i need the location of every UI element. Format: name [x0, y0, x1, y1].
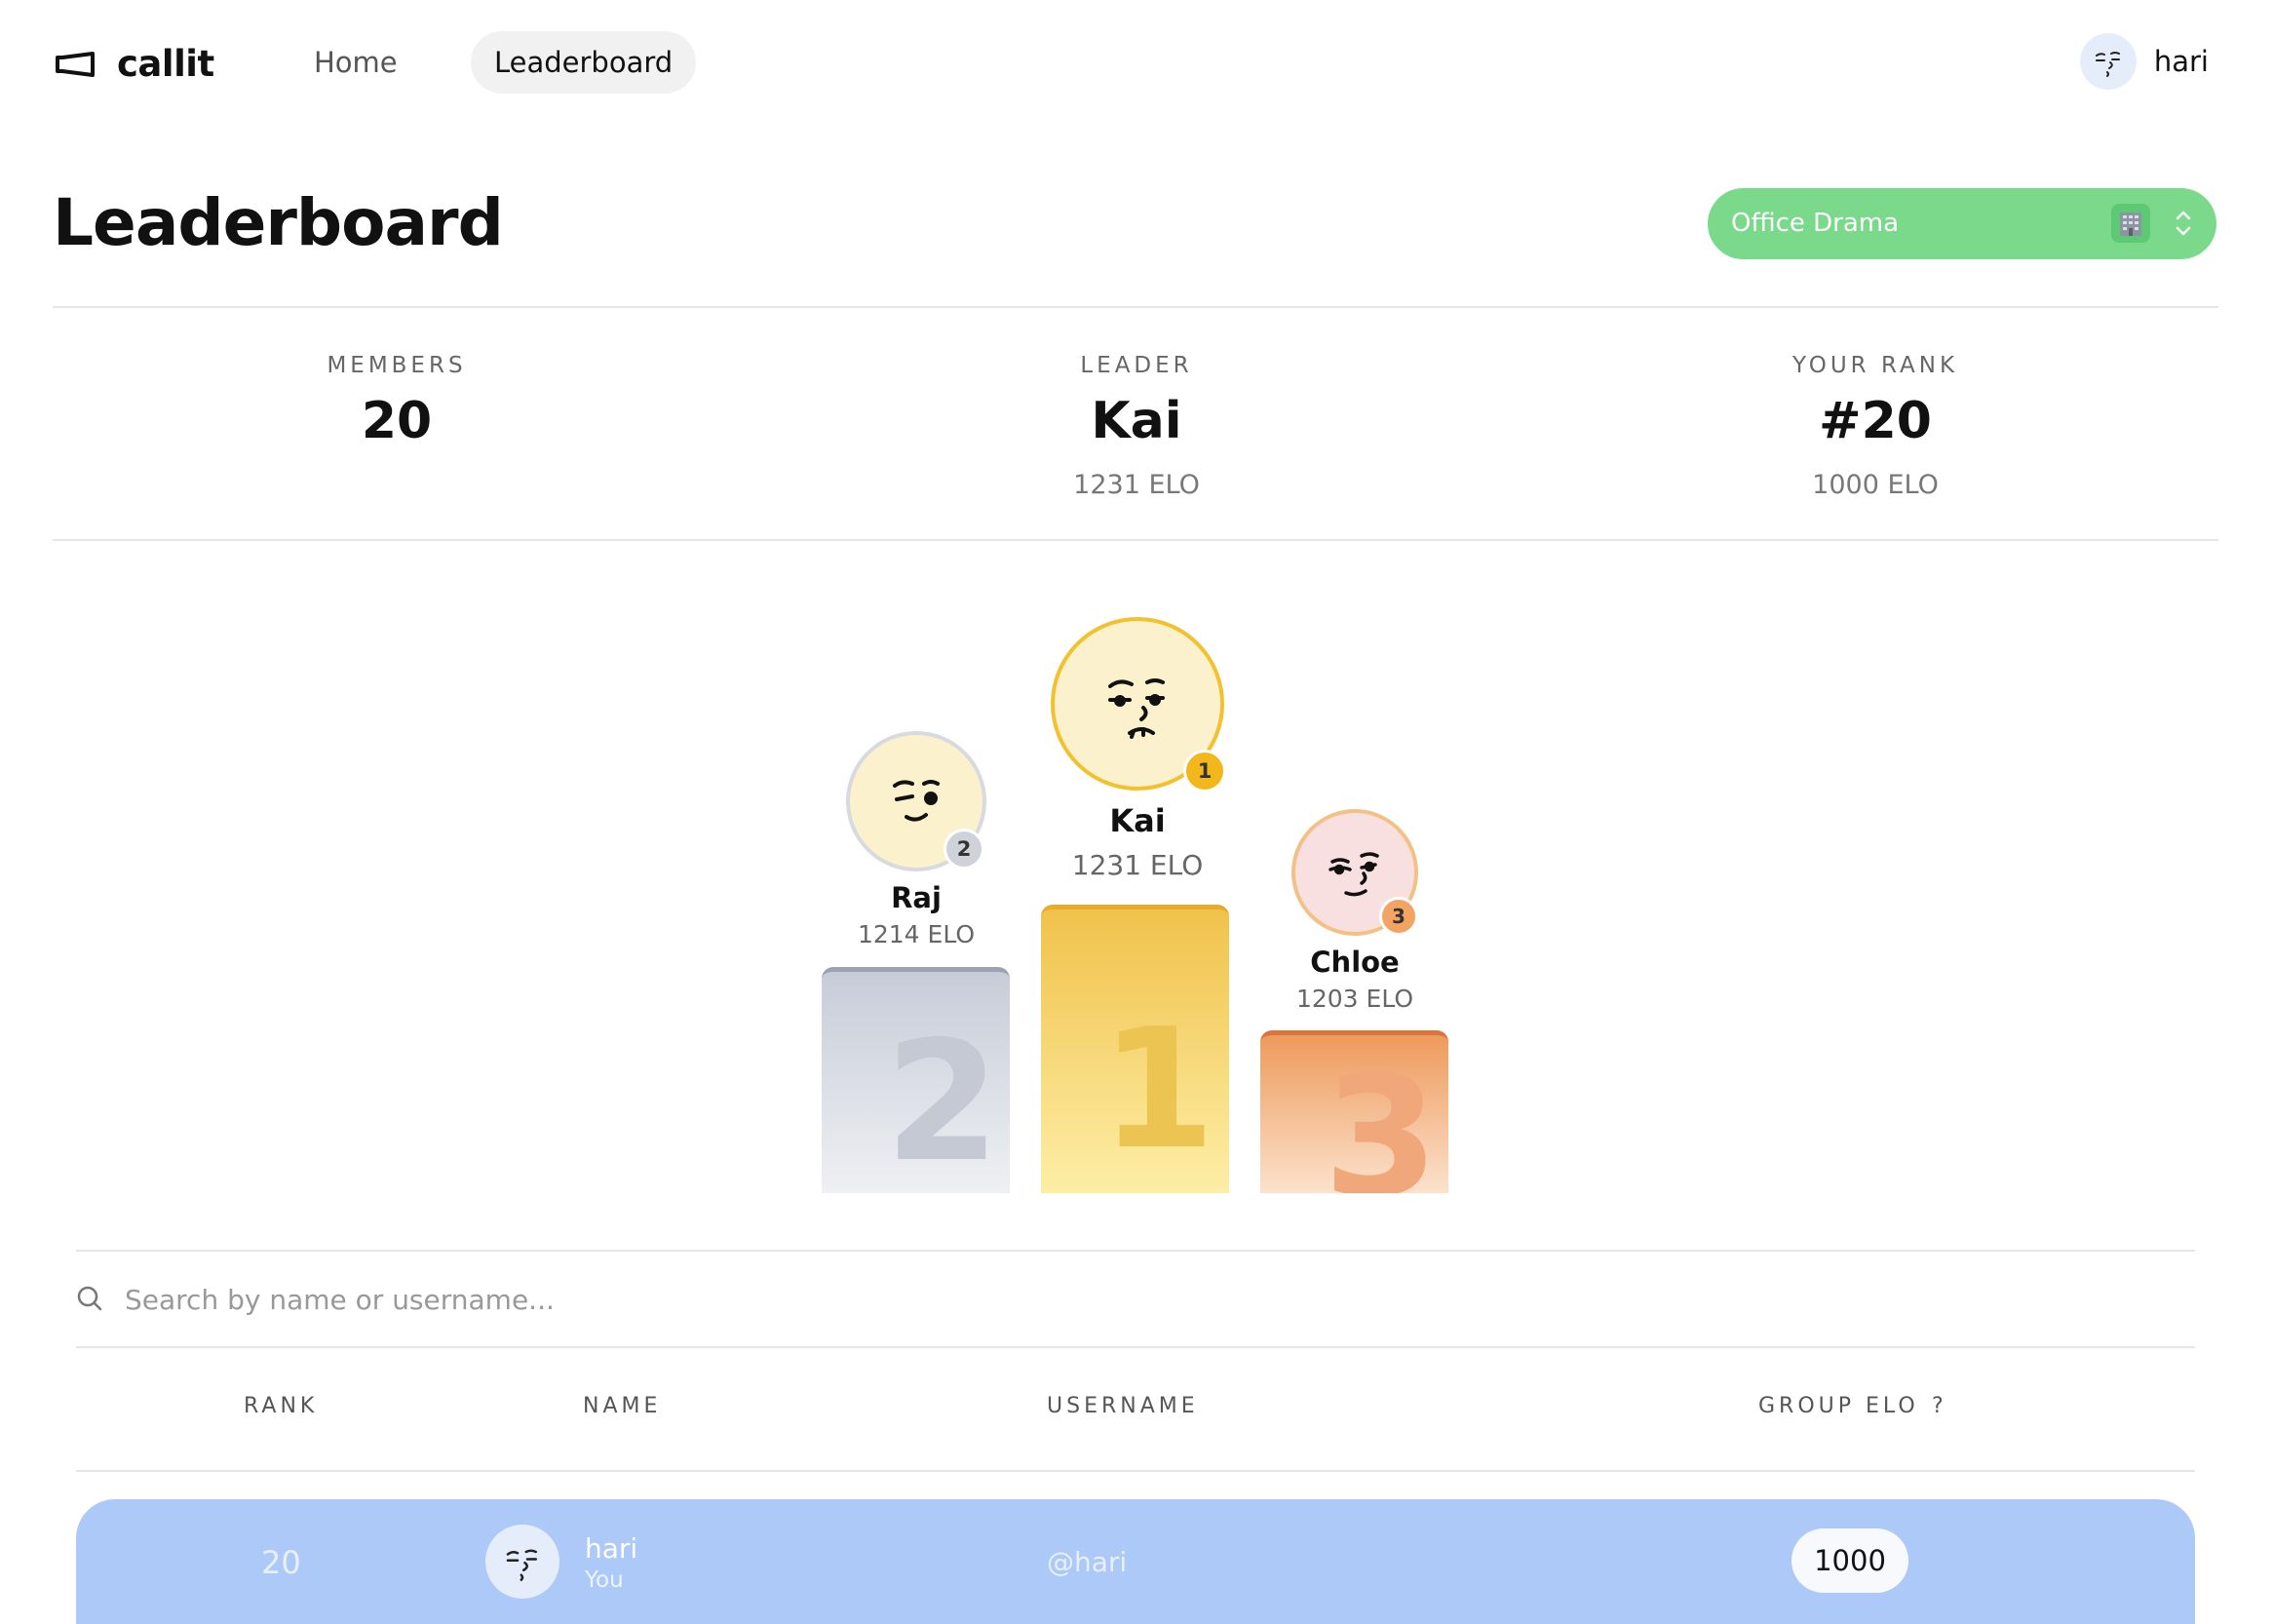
leaderboard-page: callit Home Leaderboard hari Leaderboard… — [0, 0, 2273, 1624]
podium-second[interactable]: 2 Raj 1214 ELO — [819, 731, 1014, 948]
stat-rank-value: #20 — [1819, 392, 1932, 450]
avatar — [485, 1525, 559, 1599]
podium-first[interactable]: 1 Kai 1231 ELO — [1035, 617, 1240, 881]
podium-block-number: 3 — [1323, 1041, 1439, 1193]
face-icon — [2095, 52, 2120, 77]
nav-home-link[interactable]: Home — [290, 31, 421, 94]
avatar: 3 — [1291, 809, 1418, 936]
divider — [53, 539, 2218, 541]
row-you-label: You — [585, 1567, 624, 1593]
podium-elo: 1203 ELO — [1295, 985, 1414, 1013]
stat-rank-label: YOUR RANK — [1791, 353, 1959, 378]
stat-rank-elo: 1000 ELO — [1812, 470, 1939, 500]
stat-leader: LEADER Kai 1231 ELO — [844, 353, 1429, 500]
podium-name: Chloe — [1310, 946, 1400, 979]
table-row[interactable]: 20 hari You @hari 1000 — [76, 1499, 2195, 1624]
row-rank: 20 — [261, 1544, 301, 1581]
rank-badge: 2 — [944, 829, 984, 870]
megaphone-icon — [56, 51, 95, 77]
brand-name: callit — [117, 43, 214, 85]
podium-elo: 1231 ELO — [1071, 849, 1204, 881]
search-icon — [77, 1286, 102, 1311]
podium-block-third: 3 — [1260, 1030, 1448, 1193]
avatar: 1 — [1051, 617, 1226, 793]
user-menu[interactable]: hari — [2079, 33, 2209, 90]
divider — [53, 306, 2218, 308]
podium-name: Raj — [891, 881, 942, 914]
rank-badge: 1 — [1183, 750, 1226, 793]
page-title: Leaderboard — [53, 185, 504, 260]
brand[interactable]: callit — [55, 43, 214, 85]
column-header-rank[interactable]: RANK — [244, 1394, 318, 1418]
smirk-face-icon — [1108, 678, 1165, 739]
row-elo-badge: 1000 — [1791, 1528, 1908, 1593]
help-icon[interactable]: ? — [1932, 1394, 1944, 1418]
group-select-value: Office Drama — [1731, 209, 1900, 238]
stat-members-label: MEMBERS — [327, 353, 467, 378]
column-header-group-elo[interactable]: GROUP ELO — [1758, 1394, 1919, 1418]
column-header-name[interactable]: NAME — [583, 1394, 661, 1418]
podium-block-second: 2 — [822, 967, 1010, 1193]
podium-name: Kai — [1109, 802, 1166, 839]
stat-members-value: 20 — [361, 392, 433, 450]
stat-leader-elo: 1231 ELO — [1073, 470, 1200, 500]
stat-leader-value: Kai — [1091, 392, 1182, 450]
face-icon — [506, 1549, 537, 1581]
user-name: hari — [2153, 45, 2209, 78]
podium-block-number: 1 — [1099, 993, 1215, 1186]
divider — [76, 1250, 2195, 1252]
office-building-icon — [2111, 204, 2150, 243]
divider — [76, 1346, 2195, 1348]
row-username: @hari — [1047, 1546, 1128, 1578]
nav-leaderboard-link[interactable]: Leaderboard — [471, 31, 697, 94]
group-select[interactable]: Office Drama — [1708, 188, 2216, 259]
stat-leader-label: LEADER — [1080, 353, 1193, 378]
search-input[interactable] — [123, 1277, 1881, 1322]
stat-members: MEMBERS 20 — [104, 353, 689, 450]
podium-third[interactable]: 3 Chloe 1203 ELO — [1257, 809, 1452, 1013]
column-header-username[interactable]: USERNAME — [1047, 1394, 1199, 1418]
podium-block-first: 1 — [1041, 905, 1229, 1193]
avatar: 2 — [846, 731, 986, 871]
rank-badge: 3 — [1379, 897, 1418, 936]
chevron-up-down-icon — [2176, 211, 2191, 236]
top-nav: callit Home Leaderboard hari — [0, 0, 2273, 129]
row-name: hari — [585, 1532, 638, 1565]
stat-your-rank: YOUR RANK #20 1000 ELO — [1583, 353, 2168, 500]
avatar — [2079, 33, 2137, 90]
divider — [76, 1470, 2195, 1472]
podium-elo: 1214 ELO — [857, 920, 976, 948]
podium-block-number: 2 — [884, 1006, 1000, 1193]
